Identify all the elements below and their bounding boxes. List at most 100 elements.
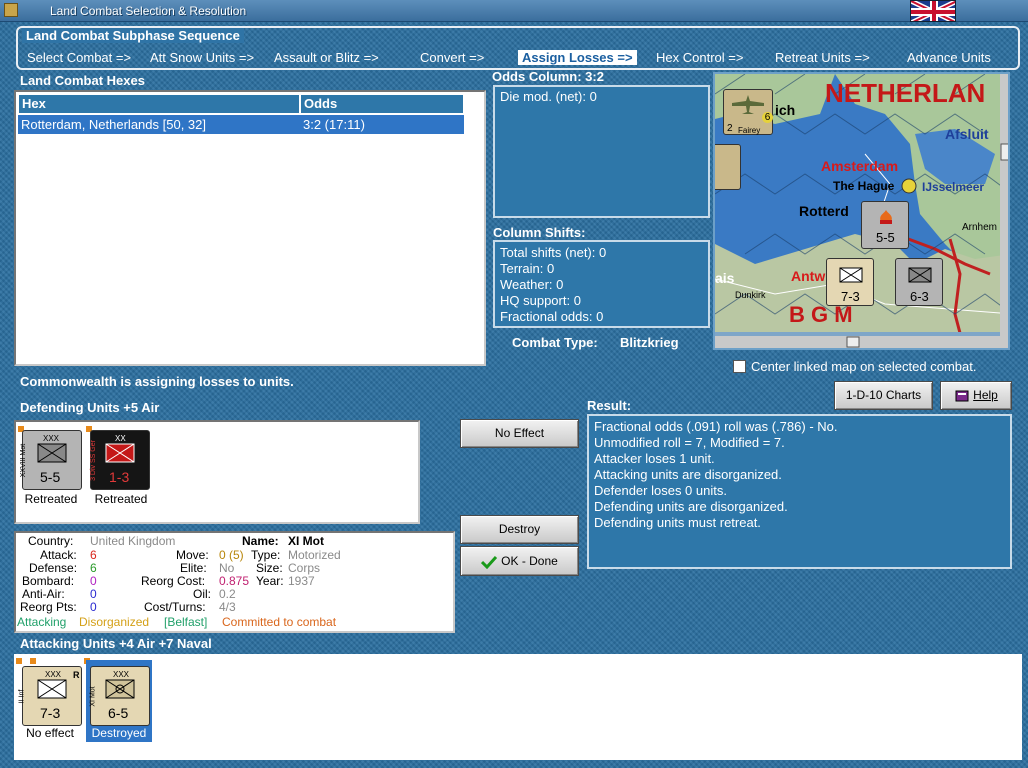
odds-column-panel: Die mod. (net): 0 bbox=[493, 85, 710, 218]
move-value: 0 (5) bbox=[219, 548, 244, 562]
result-line: Fractional odds (.091) roll was (.786) -… bbox=[594, 419, 838, 434]
attacking-units-panel: XXX R 7-3 II Inf No effect XXX 6-5 XI Mo… bbox=[14, 654, 1022, 760]
phase-select-combat[interactable]: Select Combat => bbox=[27, 50, 131, 65]
checkmark-icon bbox=[481, 555, 498, 570]
antiair-label: Anti-Air: bbox=[22, 587, 65, 601]
attack-label: Attack: bbox=[40, 548, 77, 562]
destroy-button[interactable]: Destroy bbox=[460, 515, 579, 544]
oil-value: 0.2 bbox=[219, 587, 236, 601]
defending-unit-2[interactable]: XX 1-3 3 Div SS Ger bbox=[90, 430, 150, 490]
phase-advance-units[interactable]: Advance Units bbox=[907, 50, 991, 65]
map-counter-partial[interactable] bbox=[715, 144, 741, 190]
fairey-name: Fairey bbox=[738, 126, 761, 135]
result-line: Unmodified roll = 7, Modified = 7. bbox=[594, 435, 785, 450]
defending-unit-2-side: 3 Div SS Ger bbox=[89, 440, 97, 481]
hq-support-shift-text: HQ support: 0 bbox=[500, 293, 581, 308]
status-disorganized: Disorganized bbox=[79, 615, 150, 629]
app-icon[interactable] bbox=[4, 3, 18, 17]
combat-type-label: Combat Type: bbox=[512, 335, 598, 350]
map-counter-attacker-mot[interactable]: 6-3 bbox=[895, 258, 943, 306]
land-combat-hexes-list[interactable]: Hex Odds Rotterdam, Netherlands [50, 32]… bbox=[14, 90, 486, 366]
union-jack-flag-icon bbox=[910, 0, 956, 22]
defending-unit-2-size: XX bbox=[115, 434, 126, 443]
result-panel: Fractional odds (.091) roll was (.786) -… bbox=[587, 414, 1012, 569]
fairey-range-value: 6 bbox=[762, 112, 773, 123]
linked-map[interactable]: NETHERLAN Afsluit Amsterdam The Hague IJ… bbox=[713, 72, 1010, 350]
no-effect-button[interactable]: No Effect bbox=[460, 419, 579, 448]
elite-value: No bbox=[219, 561, 235, 575]
result-title: Result: bbox=[587, 398, 632, 413]
die-mod-text: Die mod. (net): 0 bbox=[500, 89, 597, 104]
map-label-ais: ais bbox=[715, 270, 735, 286]
map-counter-fairey[interactable]: 2 6 Fairey bbox=[723, 89, 773, 135]
attacking-unit-2-value: 6-5 bbox=[108, 705, 129, 721]
attacking-units-title: Attacking Units +4 Air +7 Naval bbox=[20, 636, 212, 651]
map-label-afsluit: Afsluit bbox=[945, 126, 989, 142]
map-label-arnhem: Arnhem bbox=[962, 222, 998, 233]
reorg-pts-value: 0 bbox=[90, 600, 97, 614]
attacking-unit-2-status: Destroyed bbox=[91, 726, 147, 740]
d10-charts-button[interactable]: 1-D-10 Charts bbox=[834, 381, 933, 410]
size-value: Corps bbox=[288, 561, 321, 575]
map-counter-attacker-inf[interactable]: 7-3 bbox=[826, 258, 874, 306]
result-line: Defender loses 0 units. bbox=[594, 483, 727, 498]
oil-label: Oil: bbox=[193, 587, 211, 601]
attacking-unit-1-value: 7-3 bbox=[40, 705, 61, 721]
antiair-value: 0 bbox=[90, 587, 97, 601]
attacking-unit-1[interactable]: XXX R 7-3 II Inf bbox=[18, 666, 82, 726]
cost-turns-label: Cost/Turns: bbox=[144, 600, 206, 614]
attacking-unit-2-size: XXX bbox=[113, 670, 130, 679]
defender-counter-value: 5-5 bbox=[876, 230, 895, 245]
defense-label: Defense: bbox=[29, 561, 78, 575]
help-label: Help bbox=[973, 388, 998, 402]
fairey-top-value: 2 bbox=[727, 123, 733, 134]
phase-hex-control[interactable]: Hex Control => bbox=[656, 50, 743, 65]
defending-units-title: Defending Units +5 Air bbox=[20, 400, 160, 415]
attack-value: 6 bbox=[90, 548, 97, 562]
defending-unit-1-size: XXX bbox=[43, 434, 60, 443]
defending-unit-1-side: XXVIII Mot bbox=[20, 443, 28, 478]
country-label: Country: bbox=[28, 534, 74, 548]
hex-cell: Rotterdam, Netherlands [50, 32] bbox=[21, 117, 206, 132]
column-header-hex[interactable]: Hex bbox=[18, 94, 300, 114]
column-shifts-title: Column Shifts: bbox=[493, 225, 586, 240]
phase-att-snow-units[interactable]: Att Snow Units => bbox=[150, 50, 254, 65]
move-label: Move: bbox=[176, 548, 209, 562]
phase-assign-losses[interactable]: Assign Losses => bbox=[518, 50, 637, 65]
map-label-ich: ich bbox=[775, 102, 796, 118]
phase-retreat-units[interactable]: Retreat Units => bbox=[775, 50, 870, 65]
center-map-checkbox-label[interactable]: Center linked map on selected combat. bbox=[751, 359, 976, 374]
attacking-unit-2[interactable]: XXX 6-5 XI Mot bbox=[90, 666, 150, 726]
result-line: Defending units must retreat. bbox=[594, 515, 761, 530]
status-location: [Belfast] bbox=[164, 615, 208, 629]
country-value: United Kingdom bbox=[90, 534, 176, 548]
status-committed: Committed to combat bbox=[222, 615, 337, 629]
elite-label: Elite: bbox=[180, 561, 207, 575]
year-label: Year: bbox=[256, 574, 284, 588]
fractional-odds-shift-text: Fractional odds: 0 bbox=[500, 309, 604, 324]
cost-turns-value: 4/3 bbox=[219, 600, 236, 614]
defense-value: 6 bbox=[90, 561, 97, 575]
map-label-dunkirk: Dunkirk bbox=[735, 290, 766, 300]
table-row[interactable]: Rotterdam, Netherlands [50, 32] 3:2 (17:… bbox=[18, 115, 464, 134]
defending-unit-2-status: Retreated bbox=[94, 492, 148, 506]
odds-column-title: Odds Column: 3:2 bbox=[492, 69, 604, 84]
column-header-odds[interactable]: Odds bbox=[300, 94, 464, 114]
bombard-value: 0 bbox=[90, 574, 97, 588]
map-label-the-hague: The Hague bbox=[833, 179, 895, 193]
reorg-pts-label: Reorg Pts: bbox=[20, 600, 77, 614]
name-value: XI Mot bbox=[288, 534, 324, 548]
defending-unit-2-value: 1-3 bbox=[109, 469, 130, 485]
phase-convert[interactable]: Convert => bbox=[420, 50, 484, 65]
center-map-checkbox[interactable] bbox=[733, 360, 746, 373]
ok-done-button[interactable]: OK - Done bbox=[460, 546, 579, 576]
terrain-shift-text: Terrain: 0 bbox=[500, 261, 555, 276]
reorg-cost-label: Reorg Cost: bbox=[141, 574, 206, 588]
help-button[interactable]: Help bbox=[940, 381, 1012, 410]
map-counter-defender[interactable]: 5-5 bbox=[861, 201, 909, 249]
defending-unit-1[interactable]: XXX 5-5 XXVIII Mot bbox=[20, 430, 82, 490]
bombard-label: Bombard: bbox=[22, 574, 75, 588]
map-label-netherlands: NETHERLAN bbox=[825, 78, 986, 108]
book-icon bbox=[955, 390, 969, 402]
phase-assault-or-blitz[interactable]: Assault or Blitz => bbox=[274, 50, 379, 65]
